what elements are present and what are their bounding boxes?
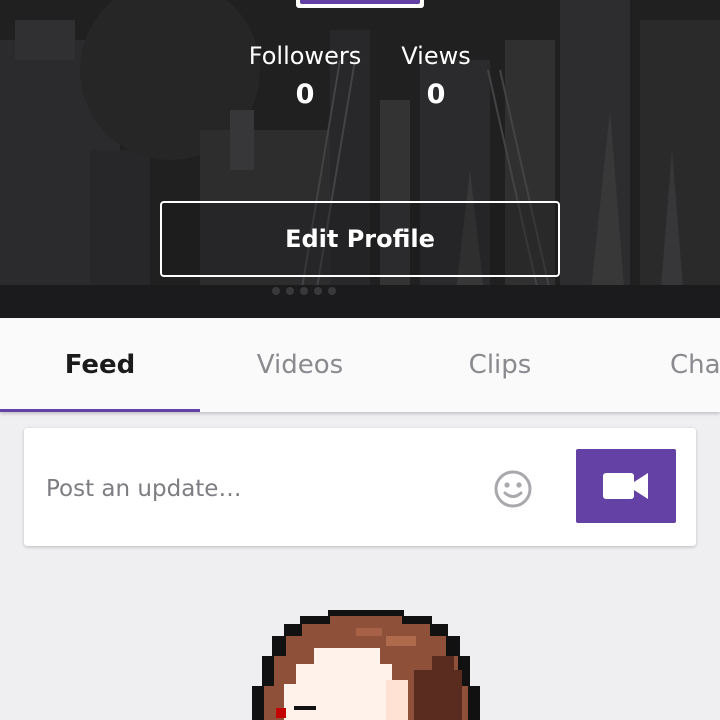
tab-chat[interactable]: Cha	[670, 318, 720, 412]
profile-screen: Followers 0 Views 0 Edit Profile Feed Vi…	[0, 0, 720, 720]
video-camera-button[interactable]	[576, 449, 676, 523]
edit-profile-button[interactable]: Edit Profile	[160, 201, 560, 277]
views-label: Views	[401, 42, 471, 70]
post-composer	[24, 428, 696, 546]
tab-feed[interactable]: Feed	[0, 318, 200, 412]
avatar-frame[interactable]	[296, 0, 424, 8]
active-tab-indicator	[0, 409, 200, 412]
views-stat: Views 0	[390, 40, 482, 112]
followers-stat: Followers 0	[245, 40, 365, 112]
pixel-art-avatar	[252, 610, 480, 720]
tab-clips[interactable]: Clips	[400, 318, 600, 412]
followers-count: 0	[295, 79, 315, 110]
video-camera-icon	[603, 473, 648, 499]
smiley-face-icon[interactable]	[492, 468, 534, 510]
views-count: 0	[426, 79, 446, 110]
post-update-input[interactable]	[44, 464, 468, 514]
tab-videos[interactable]: Videos	[200, 318, 400, 412]
profile-tabs: Feed Videos Clips Cha	[0, 318, 720, 412]
followers-label: Followers	[248, 42, 362, 70]
profile-banner: Followers 0 Views 0 Edit Profile	[0, 0, 720, 318]
